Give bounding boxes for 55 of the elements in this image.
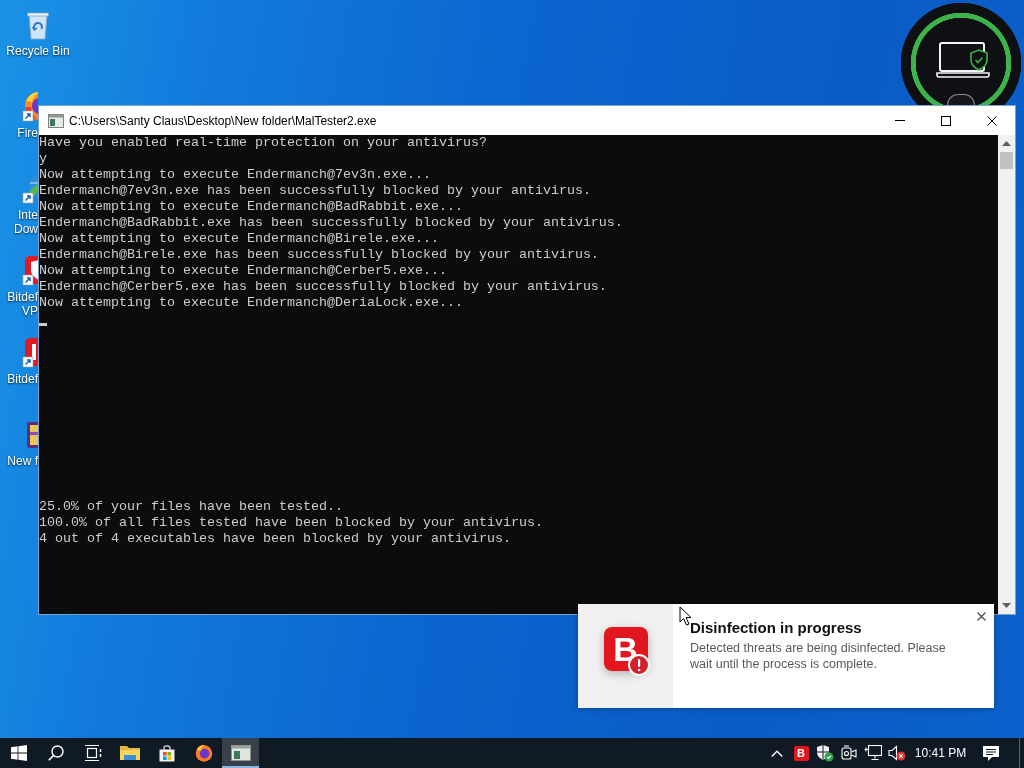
scrollbar[interactable] <box>998 135 1015 614</box>
antivirus-tray-button[interactable]: B <box>789 738 813 768</box>
scroll-up-icon[interactable] <box>1002 141 1011 146</box>
window-title: C:\Users\Santy Claus\Desktop\New folder\MalTester2.exe <box>69 113 377 128</box>
minimize-icon <box>895 120 905 121</box>
shopping-bag-icon <box>158 744 175 762</box>
desktop-icon-label[interactable]: Bitdef VP <box>7 290 38 318</box>
console-line: Have you enabled real-time protection on your antivirus? <box>39 135 488 151</box>
folder-icon <box>119 745 140 761</box>
search-icon <box>47 745 64 761</box>
antivirus-tray-icon[interactable]: B <box>793 745 809 761</box>
desktop-icon-label[interactable]: Bitdef <box>7 372 38 386</box>
console-line: Endermanch@7ev3n.exe has been successfully blocked by your antivirus. <box>39 183 592 199</box>
console-window-icon <box>230 745 251 761</box>
console-app-button[interactable] <box>222 738 259 768</box>
console-line: Endermanch@Birele.exe has been successfully blocked by your antivirus. <box>39 247 600 263</box>
close-icon <box>977 612 986 621</box>
console-line: Now attempting to execute Endermanch@DeriaLock.exe... <box>39 295 464 311</box>
console-line: Now attempting to execute Endermanch@BadRabbit.exe... <box>39 199 464 215</box>
shield-app-icon[interactable] <box>22 254 38 286</box>
text-cursor <box>39 323 47 326</box>
desktop-icon-label[interactable]: New f <box>7 454 38 468</box>
notification-title: Disinfection in progress <box>690 619 863 637</box>
task-view-icon <box>83 745 102 761</box>
close-icon <box>987 115 997 126</box>
desktop-icon-label[interactable]: Fire <box>17 126 38 140</box>
monitor-icon <box>864 745 882 761</box>
desktop-icon-label[interactable]: Recycle Bin <box>6 44 70 58</box>
console-line: 25.0% of your files have been tested.. <box>39 499 344 515</box>
scroll-down-icon[interactable] <box>1002 603 1011 608</box>
console-line: Now attempting to execute Endermanch@7ev3n.exe... <box>39 167 432 183</box>
console-line: Endermanch@BadRabbit.exe has been successfully blocked by your antivirus. <box>39 215 624 231</box>
mouse-pointer-icon <box>679 606 692 626</box>
chevron-up-icon <box>771 749 783 757</box>
console-line: Now attempting to execute Endermanch@Cerber5.exe... <box>39 263 448 279</box>
console-line: 4 out of 4 executables have been blocked by your antivirus. <box>39 531 512 547</box>
maximize-icon <box>941 115 951 126</box>
console-line: Endermanch@Cerber5.exe has been successfully blocked by your antivirus. <box>39 279 608 295</box>
laptop-shield-icon <box>936 42 990 78</box>
clock[interactable]: 10:41 PM <box>909 738 972 768</box>
console-app-icon <box>48 113 64 128</box>
dismiss-button[interactable] <box>976 611 987 622</box>
shield-check-icon <box>816 744 834 762</box>
windows-logo-icon <box>10 745 27 761</box>
protection-widget[interactable] <box>899 0 1023 105</box>
browser-icon <box>194 744 213 762</box>
notification-icon <box>983 745 999 761</box>
desktop-icon-label[interactable]: Inte Dow <box>14 208 38 236</box>
camera-icon <box>841 745 857 761</box>
notification-body: Detected threats are being disinfected. Please wait until the process is complete. <box>690 640 947 672</box>
console-line: Now attempting to execute Endermanch@Birele.exe... <box>39 231 440 247</box>
scrollbar-thumb[interactable] <box>1000 152 1013 169</box>
console-line: 100.0% of all files tested have been blocked by your antivirus. <box>39 515 544 531</box>
console-line: y <box>39 151 48 167</box>
app-tile-icon[interactable] <box>22 336 38 368</box>
